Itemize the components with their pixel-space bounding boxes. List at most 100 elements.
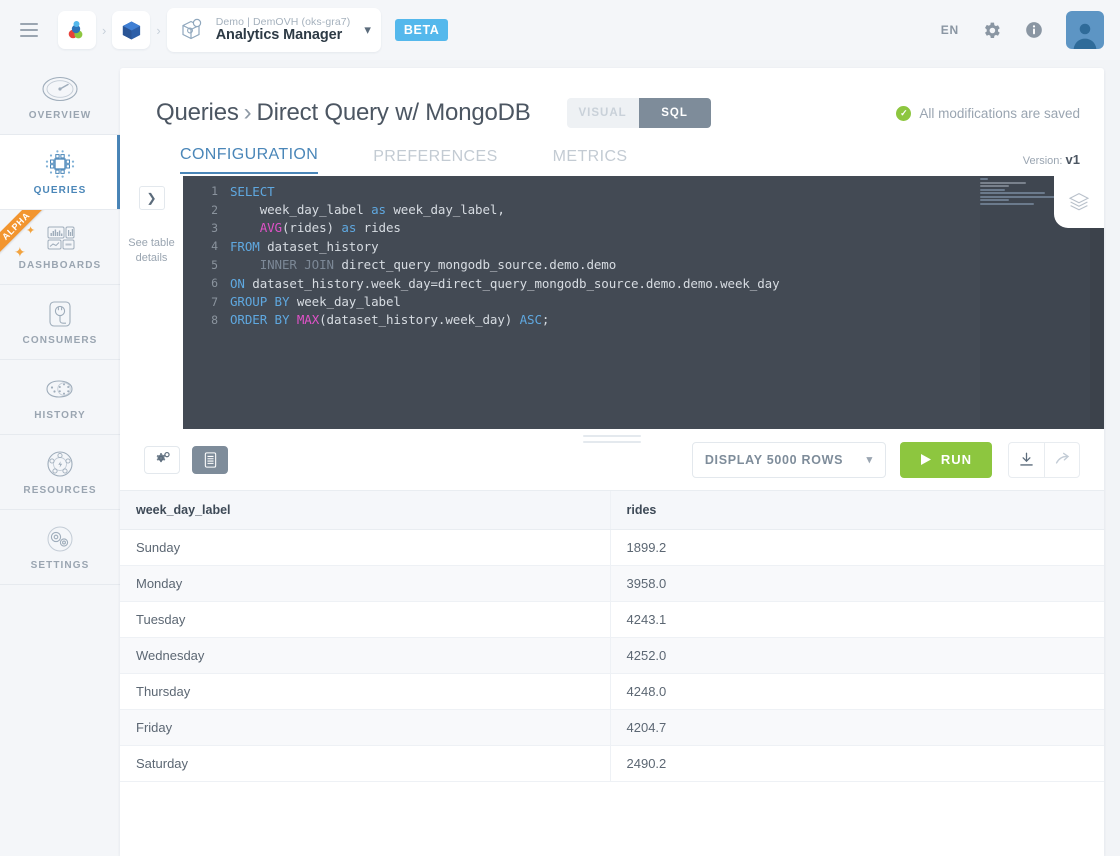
code-text: SELECT — [230, 183, 275, 199]
tab-sql-mode[interactable]: SQL — [638, 98, 711, 128]
avatar[interactable] — [1066, 11, 1104, 49]
list-view-icon[interactable] — [192, 445, 228, 474]
run-button[interactable]: RUN — [899, 441, 992, 478]
minimap-line — [980, 202, 1034, 205]
charts-icon — [39, 224, 81, 254]
sidebar-label-consumers: CONSUMERS — [22, 334, 98, 346]
table-row[interactable]: Wednesday 4252.0 — [120, 637, 1104, 674]
top-bar: › › Demo | DemOVH (oks-gra7) Analytics M… — [0, 0, 1120, 60]
code-line[interactable]: 7 GROUP BY week_day_label — [183, 292, 1104, 310]
code-line[interactable]: 4 FROM dataset_history — [183, 237, 1104, 255]
version-label: Version: — [1022, 155, 1063, 167]
gear-icon[interactable] — [981, 20, 1002, 41]
code-line[interactable]: 3 AVG(rides) as rides — [183, 219, 1104, 237]
sidebar-item-overview[interactable]: OVERVIEW — [0, 60, 120, 135]
table-row[interactable]: Friday 4204.7 — [120, 709, 1104, 746]
line-number: 1 — [211, 184, 218, 199]
display-rows-select[interactable]: DISPLAY 5000 ROWS ▾ — [691, 441, 886, 478]
sidebar-item-history[interactable]: HISTORY — [0, 360, 120, 435]
main-content: Queries › Direct Query w/ MongoDB VISUAL S… — [120, 60, 1120, 856]
line-number: 5 — [211, 257, 218, 272]
code-line[interactable]: 1 SELECT — [183, 182, 1104, 200]
beta-badge: BETA — [394, 19, 449, 41]
project-cube-icon — [175, 13, 209, 47]
share-arrow-icon[interactable] — [1044, 442, 1079, 477]
sidebar-item-consumers[interactable]: CONSUMERS — [0, 285, 120, 360]
chip-icon — [39, 149, 81, 179]
column-header-rides[interactable]: rides — [609, 491, 1104, 530]
tab-preferences[interactable]: PREFERENCES — [373, 148, 497, 174]
line-number: 4 — [211, 239, 218, 254]
chevron-right-icon[interactable]: ❯ — [138, 186, 165, 210]
sidebar-item-dashboards[interactable]: ALPHA ✦ ✦ DASHBOARDS — [0, 210, 120, 285]
sidebar-item-resources[interactable]: RESOURCES — [0, 435, 120, 510]
minimap-line — [980, 181, 1027, 184]
hamburger-icon[interactable] — [14, 15, 44, 45]
code-area[interactable]: 1 SELECT 2 week_day_label as week_day_labe… — [183, 176, 1104, 329]
breadcrumb-cube-tile[interactable] — [112, 11, 151, 49]
code-text: INNER JOIN direct_query_mongodb_source.d… — [230, 257, 617, 273]
minimap-line — [980, 185, 1009, 187]
tab-configuration[interactable]: CONFIGURATION — [180, 146, 319, 174]
play-icon — [920, 454, 931, 465]
sql-editor[interactable]: 1 SELECT 2 week_day_label as week_day_labe… — [183, 176, 1104, 429]
project-selector[interactable]: Demo | DemOVH (oks-gra7) Analytics Manag… — [166, 8, 381, 52]
tab-metrics[interactable]: METRICS — [553, 148, 628, 174]
sparkle-icon-2: ✦ — [14, 244, 26, 260]
language-switcher[interactable]: EN — [941, 23, 959, 37]
cell-rides: 4248.0 — [609, 673, 1104, 710]
cell-rides: 3958.0 — [609, 565, 1104, 602]
cell-week-day-label: Monday — [120, 565, 610, 602]
cell-rides: 2490.2 — [609, 745, 1104, 782]
code-text: GROUP BY week_day_label — [230, 294, 401, 310]
gear-settings-icon[interactable] — [144, 445, 180, 474]
gauge-icon — [39, 74, 81, 104]
info-icon[interactable] — [1024, 20, 1044, 40]
sparkle-icon-1: ✦ — [26, 225, 36, 237]
table-row[interactable]: Thursday 4248.0 — [120, 673, 1104, 710]
sidebar-item-settings[interactable]: SETTINGS — [0, 510, 120, 585]
code-line[interactable]: 5 INNER JOIN direct_query_mongodb_source… — [183, 256, 1104, 274]
chevron-down-icon[interactable]: ▾ — [364, 22, 371, 38]
sidebar-label-settings: SETTINGS — [30, 559, 90, 571]
breadcrumb-home-logo[interactable] — [58, 11, 96, 49]
see-table-details-label: See table details — [128, 236, 174, 266]
results-header-row: week_day_label rides — [120, 491, 1104, 530]
line-number: 6 — [211, 276, 218, 291]
code-text: ON dataset_history.week_day=direct_query… — [230, 275, 780, 291]
line-number: 8 — [211, 312, 218, 327]
sidebar: OVERVIEW QUERIES ALPHA ✦ ✦ DASHBOARDS CO… — [0, 60, 120, 856]
breadcrumb-queries-link[interactable]: Queries — [156, 99, 239, 126]
gears-icon — [39, 524, 81, 554]
cell-week-day-label: Saturday — [120, 745, 610, 782]
cell-rides: 4252.0 — [609, 637, 1104, 674]
table-row[interactable]: Tuesday 4243.1 — [120, 601, 1104, 638]
topbar-actions: EN — [941, 11, 1104, 49]
minimap-line — [980, 178, 988, 180]
export-button-group — [1008, 441, 1080, 478]
download-icon[interactable] — [1009, 443, 1044, 477]
page-header: Queries › Direct Query w/ MongoDB VISUAL S… — [120, 68, 1104, 128]
layers-icon[interactable] — [1054, 176, 1104, 228]
check-circle-icon: ✓ — [896, 105, 912, 121]
tab-bar: CONFIGURATION PREFERENCES METRICS Versio… — [120, 128, 1104, 174]
sidebar-label-resources: RESOURCES — [23, 484, 97, 496]
sidebar-label-history: HISTORY — [34, 409, 86, 421]
column-header-week-day-label[interactable]: week_day_label — [120, 491, 610, 530]
display-rows-value: DISPLAY 5000 ROWS — [704, 452, 844, 467]
code-line[interactable]: 8 ORDER BY MAX(dataset_history.week_day) … — [183, 311, 1104, 329]
mode-toggle: VISUAL SQL — [566, 98, 711, 128]
table-row[interactable]: Saturday 2490.2 — [120, 745, 1104, 782]
table-row[interactable]: Monday 3958.0 — [120, 565, 1104, 602]
table-row[interactable]: Sunday 1899.2 — [120, 529, 1104, 566]
cell-week-day-label: Thursday — [120, 673, 610, 710]
sidebar-item-queries[interactable]: QUERIES — [0, 135, 120, 210]
results-table: week_day_label rides Sunday 1899.2 Monday 3… — [120, 491, 1104, 782]
editor-resize-handle[interactable] — [583, 435, 641, 447]
version-value: v1 — [1065, 152, 1080, 167]
tab-visual-mode[interactable]: VISUAL — [567, 98, 639, 128]
code-line[interactable]: 6 ON dataset_history.week_day=direct_quer… — [183, 274, 1104, 292]
code-line[interactable]: 2 week_day_label as week_day_label, — [183, 200, 1104, 218]
sidebar-label-queries: QUERIES — [33, 184, 87, 196]
query-card: Queries › Direct Query w/ MongoDB VISUAL S… — [120, 68, 1104, 856]
